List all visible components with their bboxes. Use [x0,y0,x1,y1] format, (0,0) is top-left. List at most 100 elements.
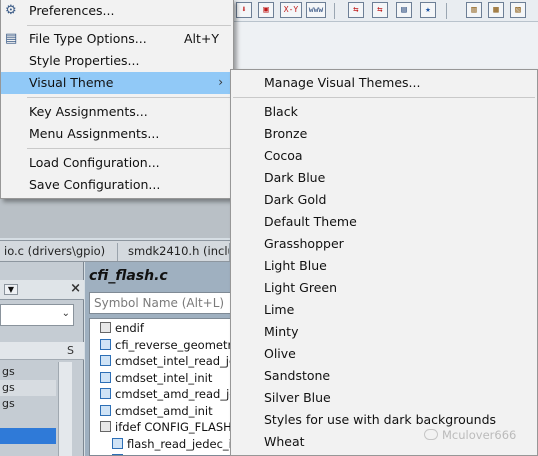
symbol-item-label: endif [115,321,144,335]
symbol-item-label: cmdset_amd_init [115,403,213,418]
menu-item-label: Manage Visual Themes... [264,75,421,90]
menu-item-label: Key Assignments... [29,104,148,119]
list-item[interactable]: gs [0,364,56,380]
theme-item[interactable]: Grasshopper [231,233,537,255]
toolbar-icon-4[interactable]: ⇆ [348,2,364,18]
menu-item-label: Default Theme [264,214,357,229]
theme-item[interactable]: Sandstone [231,365,537,387]
menu-item-label: Dark Gold [264,192,327,207]
close-icon[interactable]: × [70,281,81,296]
menu-item-visual-theme[interactable]: Visual Theme › [1,72,233,94]
theme-item[interactable]: Minty [231,321,537,343]
symbol-pane-title: cfi_flash.c [89,268,168,284]
function-icon [100,404,111,416]
symbol-item-label: cmdset_amd_read_je [115,387,237,401]
symbol-item-label: cmdset_intel_init [115,370,213,385]
symbol-item-label: ifdef CONFIG_FLASH [115,420,232,434]
watermark-text: Mculover666 [442,428,517,442]
menu-item-label: Menu Assignments... [29,126,160,141]
toolbar-icon-2[interactable]: X-Y [280,2,302,18]
menu-item-preferences[interactable]: ⚙ Preferences... [1,0,233,22]
preprocessor-icon [100,421,111,432]
menu-item-label: Cocoa [264,148,303,163]
function-icon [112,437,123,449]
chevron-down-icon[interactable]: ▼ [4,284,18,295]
symbol-item[interactable]: cmdset_intel_init [100,371,212,387]
toolbar-icon-5[interactable]: ⇆ [372,2,388,18]
menu-item-save-configuration[interactable]: Save Configuration... [1,174,233,196]
toolbar-icon-6[interactable]: ▤ [396,2,412,18]
chat-bubble-icon [424,429,438,440]
toolbar-separator [334,3,335,19]
toolbar-icon-3[interactable]: www [306,2,326,18]
symbol-item[interactable]: flash_read_jedec_i [112,437,232,453]
menu-item-label: Bronze [264,126,308,141]
column-header-name[interactable] [0,342,64,360]
menu-item-label: Light Blue [264,258,327,273]
theme-item[interactable]: Dark Blue [231,167,537,189]
symbol-item-label: flash_read_jedec_i [127,436,232,451]
toolbar-icon-7[interactable]: ★ [420,2,436,18]
toolbar-icon-9[interactable]: ▦ [488,2,504,18]
theme-item[interactable]: Light Green [231,277,537,299]
menu-item-label: Load Configuration... [29,155,160,170]
watermark: Mculover666 [424,428,516,442]
theme-item[interactable]: Cocoa [231,145,537,167]
symbol-item-label: cmdset_intel_read_je [115,354,237,368]
theme-item[interactable]: Dark Gold [231,189,537,211]
gear-icon: ⚙ [5,3,17,18]
theme-item[interactable]: Default Theme [231,211,537,233]
project-pane-header: ▼ × [0,280,84,300]
menu-separator [27,148,231,149]
toolbar-icon-10[interactable]: ▧ [510,2,526,18]
menu-item-label: Visual Theme [29,75,114,90]
toolbar-icon-1[interactable]: ▣ [258,2,274,18]
menu-item-load-configuration[interactable]: Load Configuration... [1,152,233,174]
file-tab-gpio[interactable]: io.c (drivers\gpio) [0,243,118,261]
menu-item-file-type-options[interactable]: ▤ File Type Options... Alt+Y [1,28,233,50]
file-tab-smdk2410[interactable]: smdk2410.h (inclu [124,243,230,261]
theme-item[interactable]: Lime [231,299,537,321]
list-item[interactable]: gs [0,380,56,396]
menu-item-label: Wheat [264,434,305,449]
scrollbar[interactable] [58,362,72,456]
symbol-item[interactable]: endif [100,321,144,337]
symbol-item[interactable]: cmdset_intel_read_je [100,354,236,370]
menu-item-label: Silver Blue [264,390,331,405]
function-icon [100,338,111,350]
function-icon [100,388,111,399]
theme-item[interactable]: Olive [231,343,537,365]
menu-separator [27,97,231,98]
symbol-item[interactable]: cfi_reverse_geometry [100,338,238,354]
menu-item-label: Grasshopper [264,236,344,251]
list-item[interactable]: gs [0,396,56,412]
menu-item-key-assignments[interactable]: Key Assignments... [1,101,233,123]
theme-item[interactable]: Black [231,101,537,123]
theme-item[interactable]: Silver Blue [231,387,537,409]
symbol-item[interactable]: ifdef CONFIG_FLASH [100,420,232,436]
theme-item[interactable]: Bronze [231,123,537,145]
menu-item-label: Style Properties... [29,53,140,68]
chevron-down-icon[interactable]: ⌄ [62,308,70,319]
menu-separator [27,25,231,26]
menu-item-style-properties[interactable]: Style Properties... [1,50,233,72]
symbol-item[interactable]: cmdset_amd_read_je [100,387,236,403]
list-item-selected[interactable] [0,428,56,444]
menu-item-menu-assignments[interactable]: Menu Assignments... [1,123,233,145]
submenu-arrow-icon: › [218,75,223,89]
toolbar-icon-0[interactable]: ⬇ [236,2,252,18]
options-menu: ⚙ Preferences... ▤ File Type Options... … [0,0,234,199]
menu-separator [233,97,535,98]
symbol-search-input[interactable]: Symbol Name (Alt+L) [89,292,239,314]
menu-item-label: Lime [264,302,295,317]
column-header-size[interactable]: S [64,342,84,360]
symbol-item[interactable]: cmdset_amd_init [100,404,213,420]
menu-item-label: Black [264,104,298,119]
project-combo[interactable]: ⌄ [0,304,74,326]
menu-item-manage-visual-themes[interactable]: Manage Visual Themes... [231,72,537,94]
toolbar-separator [446,3,447,19]
preprocessor-icon [100,322,111,333]
theme-item[interactable]: Light Blue [231,255,537,277]
toolbar-icon-8[interactable]: ▥ [466,2,482,18]
visual-theme-submenu: Manage Visual Themes... Black Bronze Cocoa… [230,69,538,456]
